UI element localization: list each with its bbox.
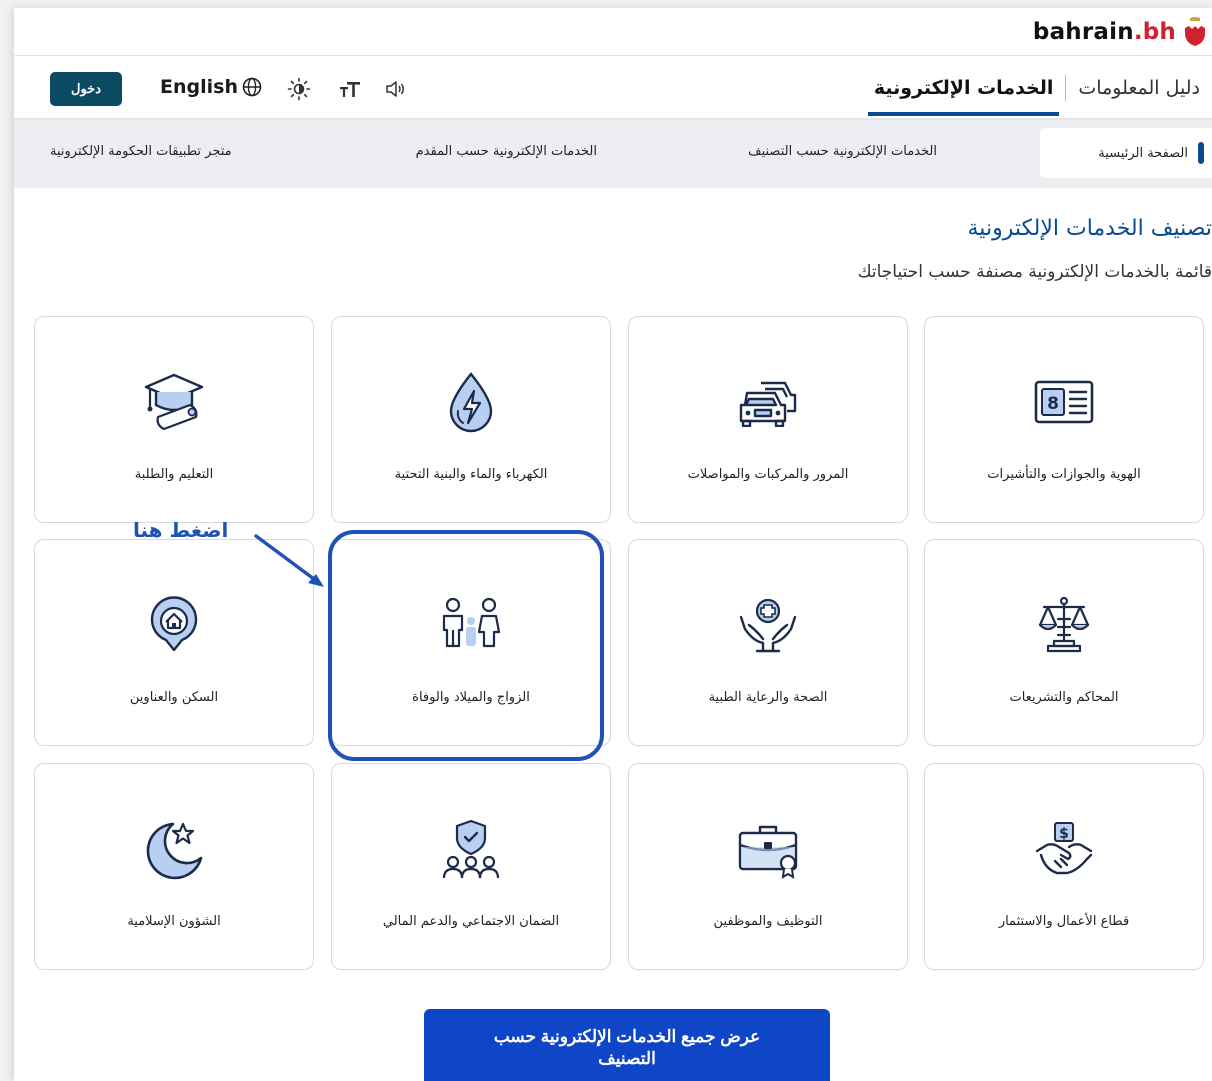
category-label: الهوية والجوازات والتأشيرات — [987, 467, 1141, 482]
housing-pin-icon — [139, 590, 209, 660]
crescent-star-icon — [139, 814, 209, 884]
bahrain-emblem-icon — [1185, 17, 1205, 46]
tab-eservices[interactable]: الخدمات الإلكترونية — [862, 56, 1066, 120]
page-title: تصنيف الخدمات الإلكترونية — [967, 216, 1212, 241]
category-card-utilities[interactable]: الكهرباء والماء والبنية التحتية — [331, 316, 611, 523]
cars-icon — [733, 367, 803, 437]
business-handshake-icon: $ — [1029, 814, 1099, 884]
category-card-family[interactable]: الزواج والميلاد والوفاة — [331, 539, 611, 746]
audio-speaker-icon[interactable] — [383, 76, 409, 102]
health-care-icon — [733, 590, 803, 660]
category-label: قطاع الأعمال والاستثمار — [998, 914, 1130, 929]
briefcase-icon — [733, 814, 803, 884]
page: bahrain.bh دخول English دليل المعلومات ا… — [14, 8, 1212, 1081]
subnav-home[interactable]: الصفحة الرئيسية — [1040, 128, 1212, 178]
subnav-by-category[interactable]: الخدمات الإلكترونية حسب التصنيف — [748, 144, 937, 159]
language-switch[interactable]: English — [160, 76, 262, 98]
svg-text:$: $ — [1059, 826, 1069, 842]
annotation-arrow-icon — [254, 534, 324, 587]
main-navbar: دخول English دليل المعلومات الخدمات الإل… — [14, 56, 1212, 120]
svg-text:8: 8 — [1047, 394, 1059, 414]
login-button[interactable]: دخول — [50, 72, 122, 106]
category-card-social-security[interactable]: الضمان الاجتماعي والدعم المالي — [331, 763, 611, 970]
category-label: المحاكم والتشريعات — [1009, 690, 1119, 705]
category-label: الصحة والرعاية الطبية — [708, 690, 828, 705]
main-tabs: دليل المعلومات الخدمات الإلكترونية — [862, 56, 1212, 120]
active-indicator — [1198, 142, 1204, 164]
category-label: المرور والمركبات والمواصلات — [687, 467, 849, 482]
subnav-app-store[interactable]: متجر تطبيقات الحكومة الإلكترونية — [50, 144, 232, 159]
category-card-health[interactable]: الصحة والرعاية الطبية — [628, 539, 908, 746]
scales-icon — [1029, 590, 1099, 660]
category-card-education[interactable]: التعليم والطلبة — [34, 316, 314, 523]
category-card-islamic-affairs[interactable]: الشؤون الإسلامية — [34, 763, 314, 970]
page-subtitle: قائمة بالخدمات الإلكترونية مصنفة حسب احت… — [857, 262, 1212, 282]
category-card-identity[interactable]: 8 الهوية والجوازات والتأشيرات — [924, 316, 1204, 523]
category-card-traffic[interactable]: المرور والمركبات والمواصلات — [628, 316, 908, 523]
top-bar: bahrain.bh — [14, 8, 1212, 56]
category-card-employment[interactable]: التوظيف والموظفين — [628, 763, 908, 970]
category-label: التوظيف والموظفين — [713, 914, 823, 929]
category-label: الكهرباء والماء والبنية التحتية — [394, 467, 548, 482]
family-icon — [436, 590, 506, 660]
id-card-icon: 8 — [1029, 367, 1099, 437]
language-label: English — [160, 76, 238, 98]
category-label: الزواج والميلاد والوفاة — [412, 690, 530, 705]
category-label: التعليم والطلبة — [134, 467, 214, 482]
social-security-icon — [436, 814, 506, 884]
click-here-annotation: اضغط هنا — [133, 518, 229, 542]
tab-info-directory[interactable]: دليل المعلومات — [1066, 56, 1212, 120]
category-card-business[interactable]: $ قطاع الأعمال والاستثمار — [924, 763, 1204, 970]
site-logo[interactable]: bahrain.bh — [1033, 16, 1208, 48]
brightness-icon[interactable] — [286, 76, 312, 102]
water-electricity-icon — [436, 367, 506, 437]
font-size-icon[interactable] — [337, 76, 363, 102]
category-label: الشؤون الإسلامية — [127, 914, 221, 929]
category-label: السكن والعناوين — [129, 690, 219, 705]
subnav-by-provider[interactable]: الخدمات الإلكترونية حسب المقدم — [416, 144, 597, 159]
category-label: الضمان الاجتماعي والدعم المالي — [382, 914, 560, 929]
show-all-services-button[interactable]: عرض جميع الخدمات الإلكترونية حسب التصنيف — [424, 1009, 830, 1081]
category-card-courts[interactable]: المحاكم والتشريعات — [924, 539, 1204, 746]
subnav-home-label: الصفحة الرئيسية — [1098, 145, 1188, 161]
sub-navbar: الصفحة الرئيسية الخدمات الإلكترونية حسب … — [14, 120, 1212, 188]
logo-text: bahrain.bh — [1032, 19, 1176, 45]
graduation-cap-icon — [139, 367, 209, 437]
globe-icon — [242, 77, 262, 97]
